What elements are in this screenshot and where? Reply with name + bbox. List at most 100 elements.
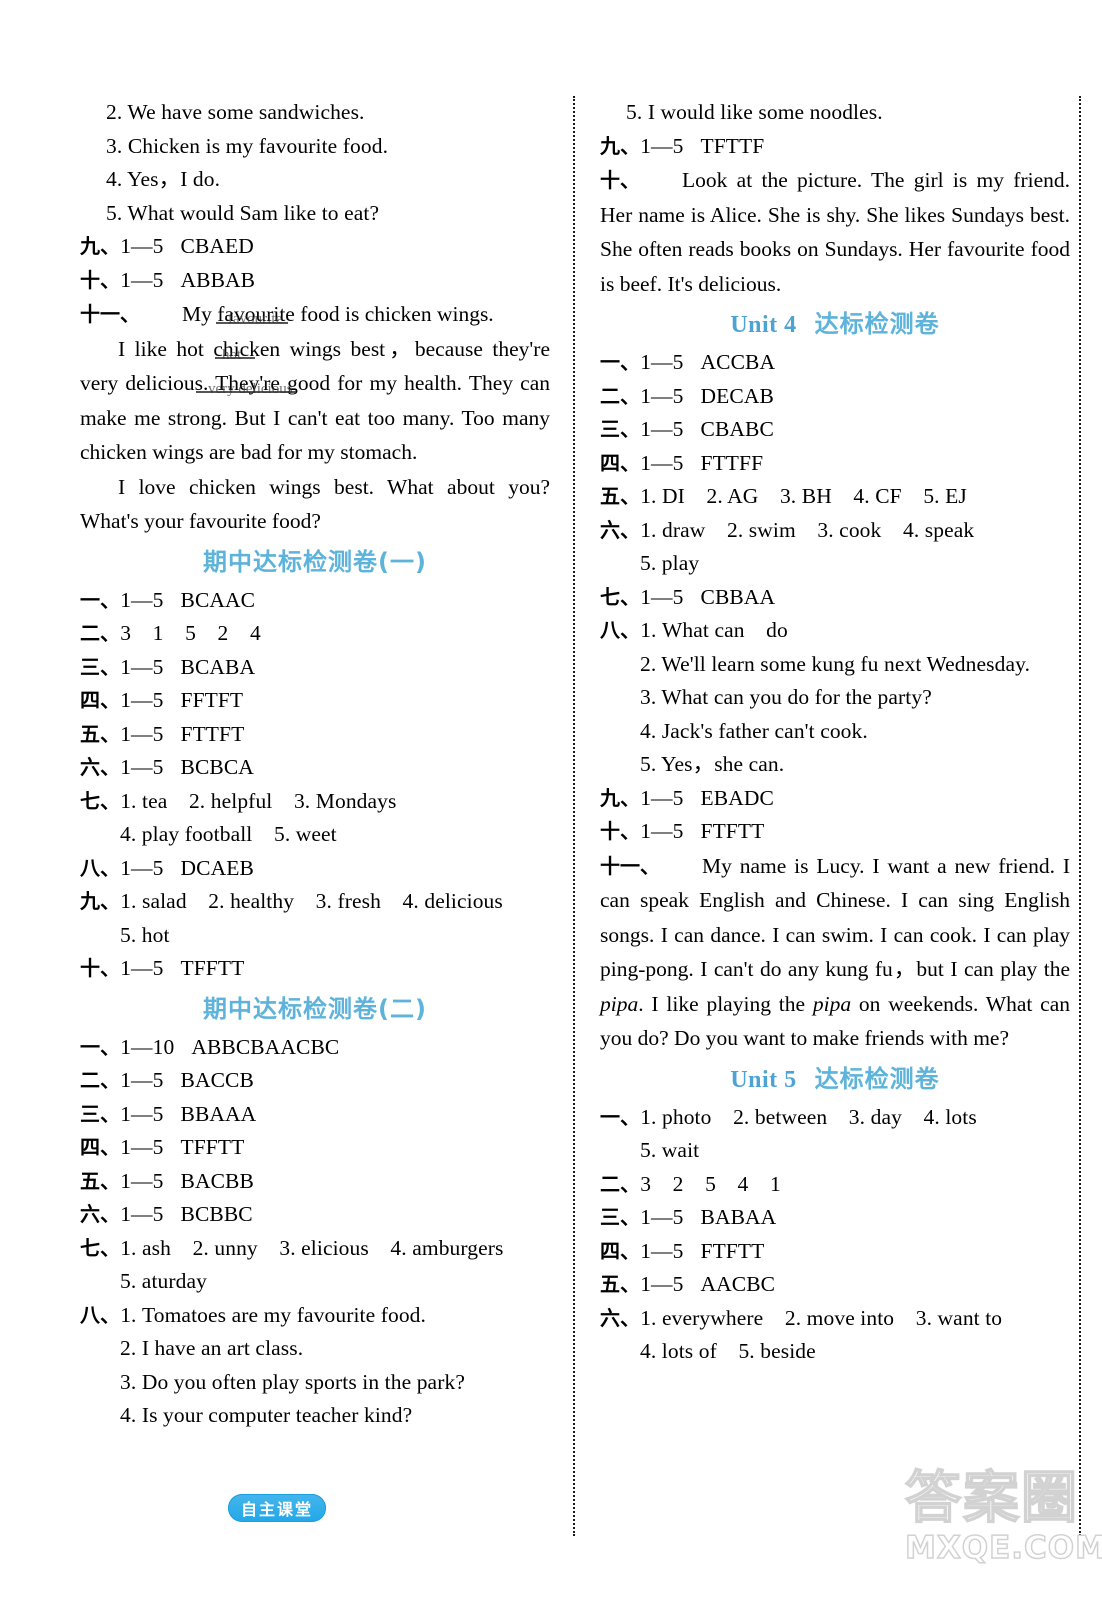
answer-item: 3. Do you often play sports in the park?: [80, 1366, 550, 1400]
ordinal-marker: 七、: [600, 584, 641, 609]
answer-string: 3 1 5 2 4: [120, 621, 261, 645]
item-text: Yes，she can.: [661, 752, 785, 776]
ordinal-marker: 一、: [600, 1104, 641, 1129]
strike-mark: [215, 357, 255, 359]
ordinal-marker: 六、: [600, 1305, 641, 1330]
essay-paragraph-b: I love chicken wings best. What about yo…: [80, 470, 550, 539]
ordinal-marker: 五、: [600, 1272, 641, 1296]
essay-block-11: 十一、 My favourite food is chicken wings.: [80, 297, 550, 332]
item-number: 2.: [640, 651, 657, 676]
item-text: What can do: [662, 618, 788, 642]
answer-string: ACCBA: [700, 350, 776, 374]
answer-row: 六、1—5 BCBBC: [80, 1198, 550, 1232]
answer-string: ABBAB: [180, 267, 256, 292]
range-label: 1—5: [120, 1202, 164, 1226]
answer-string: BACCB: [180, 1068, 254, 1092]
item-text: What would Sam like to eat?: [127, 200, 380, 225]
ordinal-marker: 八、: [80, 1302, 121, 1327]
range-label: 1—5: [120, 721, 164, 746]
answer-row-cont: 4. lots of 5. beside: [600, 1335, 1070, 1369]
section-heading-unit-4: Unit 4 达标检测卷: [600, 304, 1070, 345]
answer-row-cont: 5. hot: [80, 919, 550, 953]
answer-string: DCAEB: [180, 855, 254, 880]
item-text: I would like some noodles.: [647, 100, 883, 124]
ordinal-marker: 一、: [80, 1034, 121, 1059]
ordinal-marker: 十、: [80, 956, 121, 980]
answer-row-cont: 4. play football 5. weet: [80, 818, 550, 852]
range-label: 1—5: [640, 450, 684, 475]
answer-row: 八、1—5 DCAEB: [80, 852, 550, 886]
answer-item: 2. I have an art class.: [80, 1332, 550, 1366]
essay-text-b: . I like playing the: [638, 991, 813, 1016]
answer-row: 六、1. everywhere 2. move into 3. want to: [600, 1302, 1070, 1336]
answer-item: 4. Jack's father can't cook.: [600, 715, 1070, 749]
answer-row: 六、1—5 BCBCA: [80, 751, 550, 785]
answer-row-cont: 5. play: [600, 547, 1070, 581]
answer-row: 三、1—5 BCABA: [80, 651, 550, 685]
italic-term-pipa: pipa: [812, 991, 852, 1016]
answer-item: 5. I would like some noodles.: [600, 96, 1070, 130]
watermark-cjk-text: 答案圈: [904, 1466, 1079, 1531]
answer-item: 2. We'll learn some kung fu next Wednesd…: [600, 648, 1070, 682]
answer-item: 3. What can you do for the party?: [600, 681, 1070, 715]
watermark: 答案圈 MXQE.COM: [904, 1466, 1102, 1588]
strike-mark: [196, 391, 296, 393]
heading-unit-label: Unit 4: [730, 312, 797, 338]
heading-label: 期中达标检测卷(二): [203, 994, 427, 1023]
range-label: 1—5: [640, 350, 684, 374]
item-text: Tomatoes are my favourite food.: [142, 1302, 427, 1327]
item-number: 5.: [626, 100, 643, 124]
range-label: 1—5: [640, 785, 684, 810]
answer-row: 二、1—5 BACCB: [80, 1064, 550, 1098]
item-text: I have an art class.: [141, 1336, 304, 1360]
range-label: 1—5: [640, 1205, 684, 1229]
ordinal-marker: 三、: [80, 1101, 121, 1126]
ordinal-marker: 四、: [600, 1238, 641, 1263]
range-label: 1—5: [120, 1168, 164, 1193]
answer-item: 3. Chicken is my favourite food.: [80, 130, 550, 164]
answer-row: 六、1. draw 2. swim 3. cook 4. speak: [600, 514, 1070, 548]
ordinal-marker: 四、: [80, 1135, 121, 1159]
range-label: 1—5: [120, 234, 164, 258]
ordinal-marker: 三、: [80, 654, 121, 679]
answer-string: AACBC: [700, 1272, 776, 1296]
answer-row: 九、1—5 EBADC: [600, 782, 1070, 816]
item-text: We have some sandwiches.: [127, 100, 365, 124]
answer-string: CBABC: [700, 417, 774, 441]
answer-string: TFFTT: [180, 956, 245, 980]
item-number: 5.: [106, 200, 123, 225]
ordinal-marker: 三、: [600, 417, 641, 441]
answer-string: CBBAA: [700, 584, 776, 609]
answer-string: ABBCBAACBC: [191, 1034, 340, 1059]
item-number: 4.: [640, 718, 657, 743]
ordinal-marker: 五、: [80, 721, 121, 746]
answer-row: 三、1—5 BBAAA: [80, 1098, 550, 1132]
right-column: 5. I would like some noodles. 九、1—5 TFTTF…: [600, 96, 1070, 1369]
item-number: 3.: [120, 1369, 137, 1394]
ordinal-marker: 六、: [600, 517, 641, 542]
answer-row: 八、1. Tomatoes are my favourite food.: [80, 1299, 550, 1333]
ordinal-marker: 九、: [600, 133, 641, 158]
essay-block-11-right: 十一、 My name is Lucy. I want a new friend.…: [600, 849, 1070, 1056]
item-text: Yes，I do.: [127, 167, 221, 191]
answer-row: 二、3 2 5 4 1: [600, 1168, 1070, 1202]
answer-string: BABAA: [700, 1205, 777, 1229]
answer-string: EBADC: [700, 785, 774, 810]
column-divider-dotted: [573, 96, 575, 1536]
range-label: 1—5: [120, 1068, 164, 1092]
answer-row: 五、1—5 FTTFT: [80, 718, 550, 752]
answer-row: 十、1—5 ABBAB: [80, 264, 550, 298]
page-edge-dotted: [1079, 96, 1081, 1536]
answer-row: 九、1—5 CBAED: [80, 230, 550, 264]
item-text: Do you often play sports in the park?: [141, 1369, 465, 1394]
strike-mark: [216, 322, 288, 324]
heading-unit-label: Unit 5: [730, 1066, 797, 1093]
heading-label: 达标检测卷: [814, 310, 940, 338]
essay-paragraph-a: I like hot chicken wings best，because th…: [80, 332, 550, 470]
range-label: 1—5: [120, 267, 164, 292]
answer-row-cont: 5. aturday: [80, 1265, 550, 1299]
answer-row: 二、3 1 5 2 4: [80, 617, 550, 651]
answer-row: 一、1—5 BCAAC: [80, 584, 550, 618]
ordinal-marker: 七、: [80, 1235, 121, 1260]
answer-row-cont: 5. wait: [600, 1134, 1070, 1168]
